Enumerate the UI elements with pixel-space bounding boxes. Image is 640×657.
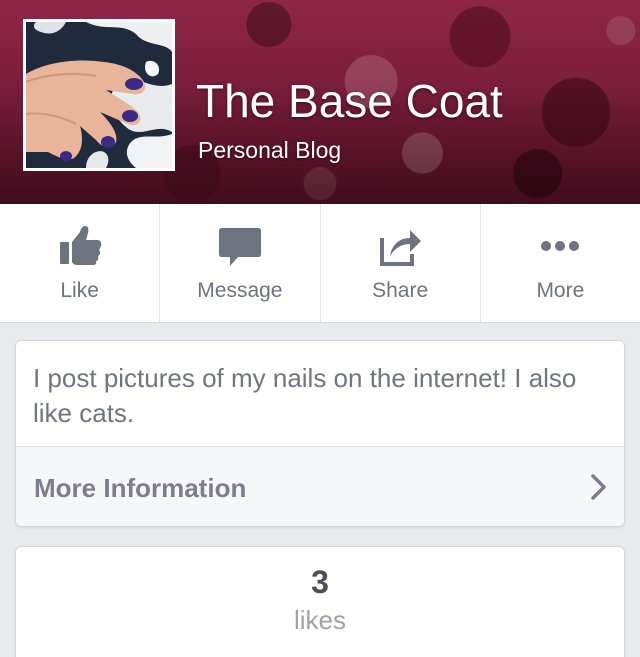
more-information-row[interactable]: More Information <box>16 446 624 526</box>
chevron-right-icon <box>591 474 606 500</box>
page-description: I post pictures of my nails on the inter… <box>33 363 577 428</box>
more-label: More <box>536 279 585 302</box>
thumbs-up-icon <box>59 226 101 265</box>
like-button[interactable]: Like <box>0 204 159 322</box>
profile-picture[interactable] <box>23 19 175 171</box>
about-card: I post pictures of my nails on the inter… <box>15 340 625 527</box>
speech-bubble-icon <box>218 228 261 266</box>
likes-card[interactable]: 3 likes <box>15 546 625 657</box>
more-dots-icon <box>541 241 580 251</box>
action-bar: Like Message Share More <box>0 204 640 323</box>
page-title: The Base Coat <box>196 75 503 127</box>
share-arrow-icon <box>380 230 422 266</box>
likes-count: 3 <box>311 564 329 600</box>
message-button[interactable]: Message <box>159 204 319 322</box>
more-button[interactable]: More <box>479 204 640 322</box>
message-label: Message <box>197 279 283 302</box>
like-label: Like <box>60 279 99 302</box>
share-label: Share <box>372 279 429 302</box>
profile-photo-image <box>26 22 172 168</box>
likes-label: likes <box>293 605 346 635</box>
more-information-label: More Information <box>34 473 247 503</box>
cover-photo: The Base Coat Personal Blog <box>0 0 640 204</box>
share-button[interactable]: Share <box>319 204 480 322</box>
page-category: Personal Blog <box>198 137 342 163</box>
